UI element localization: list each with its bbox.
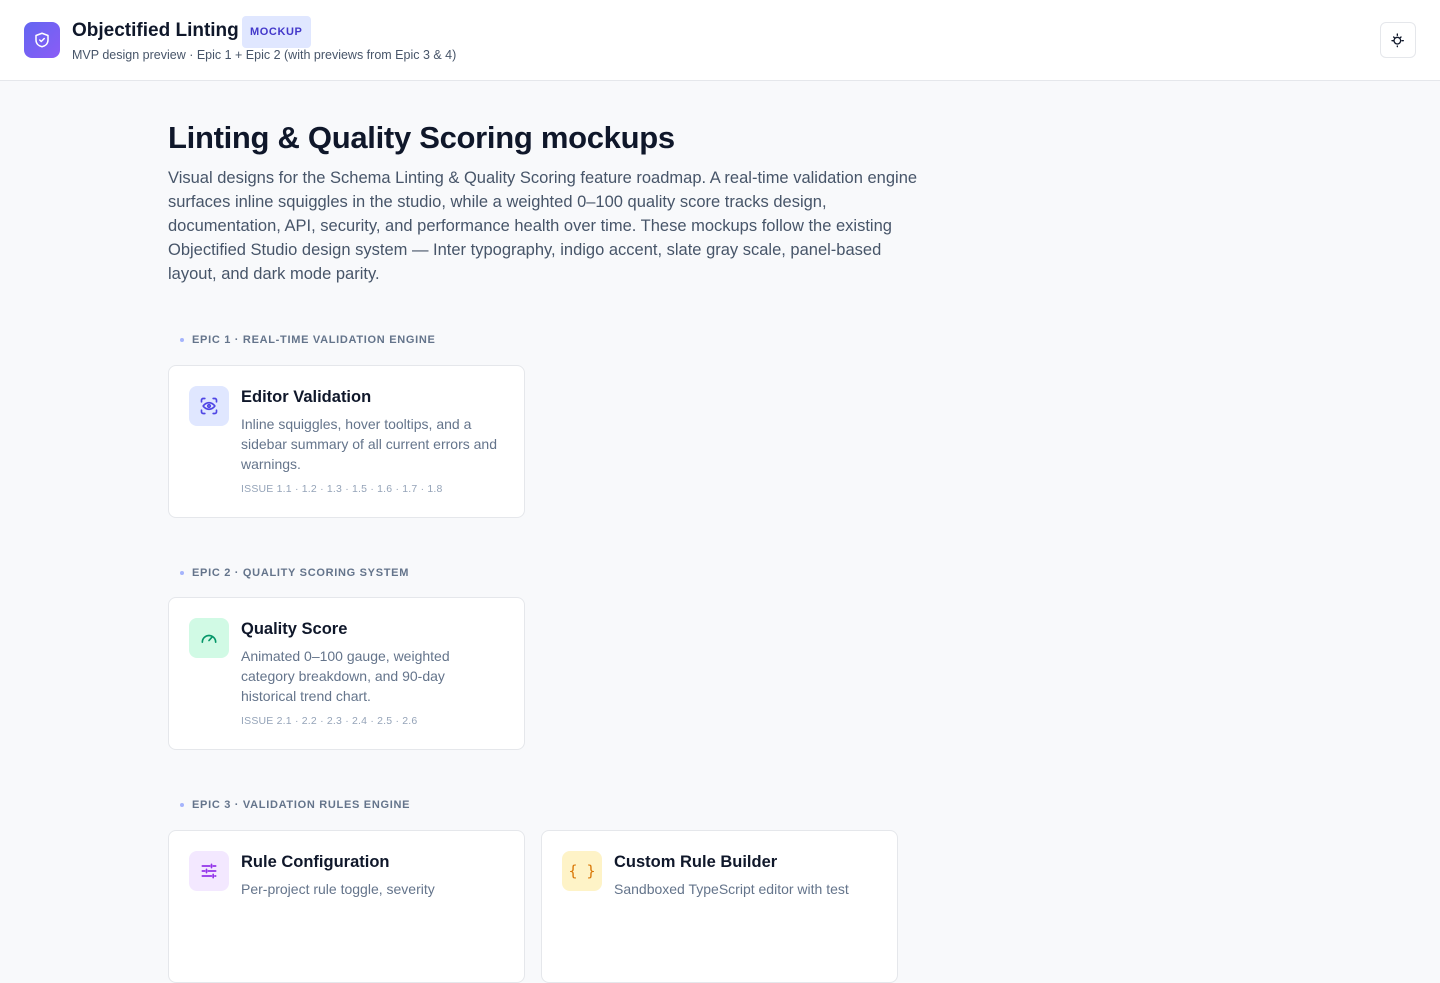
card-rule-configuration[interactable]: Rule Configuration Per-project rule togg… — [168, 830, 525, 983]
section-label-epic-2: EPIC 2 · QUALITY SCORING SYSTEM — [180, 567, 409, 579]
sun-moon-icon — [1391, 33, 1404, 48]
bullet-dot — [180, 338, 184, 342]
theme-toggle-button[interactable] — [1380, 22, 1416, 58]
card-description: Animated 0–100 gauge, weighted category … — [241, 648, 450, 704]
bullet-dot — [180, 803, 184, 807]
card-issues: ISSUE 2.1 · 2.2 · 2.3 · 2.4 · 2.5 · 2.6 — [241, 715, 418, 727]
card-description: Inline squiggles, hover tooltips, and a … — [241, 416, 497, 472]
card-title: Quality Score — [241, 620, 348, 638]
bullet-dot — [180, 571, 184, 575]
card-title: Rule Configuration — [241, 853, 390, 871]
gauge-icon — [189, 618, 229, 658]
app-subtitle: MVP design preview · Epic 1 + Epic 2 (wi… — [72, 48, 457, 62]
sliders-icon — [189, 851, 229, 891]
app-header: Objectified Linting MOCKUP MVP design pr… — [0, 0, 1440, 81]
braces-icon: { } — [562, 851, 602, 891]
page-intro: Visual designs for the Schema Linting & … — [168, 169, 918, 283]
card-quality-score[interactable]: Quality Score Animated 0–100 gauge, weig… — [168, 597, 525, 750]
section-label-epic-1: EPIC 1 · REAL-TIME VALIDATION ENGINE — [180, 334, 436, 346]
page-title: Linting & Quality Scoring mockups — [168, 120, 675, 155]
card-title: Editor Validation — [241, 388, 372, 406]
card-custom-rule-builder[interactable]: { } Custom Rule Builder Sandboxed TypeSc… — [541, 830, 898, 983]
card-description: Per-project rule toggle, severity — [241, 881, 435, 897]
section-label-epic-3: EPIC 3 · VALIDATION RULES ENGINE — [180, 799, 410, 811]
card-editor-validation[interactable]: Editor Validation Inline squiggles, hove… — [168, 365, 525, 518]
eye-scan-icon — [189, 386, 229, 426]
card-title: Custom Rule Builder — [614, 853, 778, 871]
mockup-badge: MOCKUP — [242, 16, 311, 48]
shield-icon[interactable] — [24, 22, 60, 58]
app-title: Objectified Linting — [72, 20, 239, 41]
card-issues: ISSUE 1.1 · 1.2 · 1.3 · 1.5 · 1.6 · 1.7 … — [241, 483, 443, 495]
card-description: Sandboxed TypeScript editor with test — [614, 881, 849, 897]
